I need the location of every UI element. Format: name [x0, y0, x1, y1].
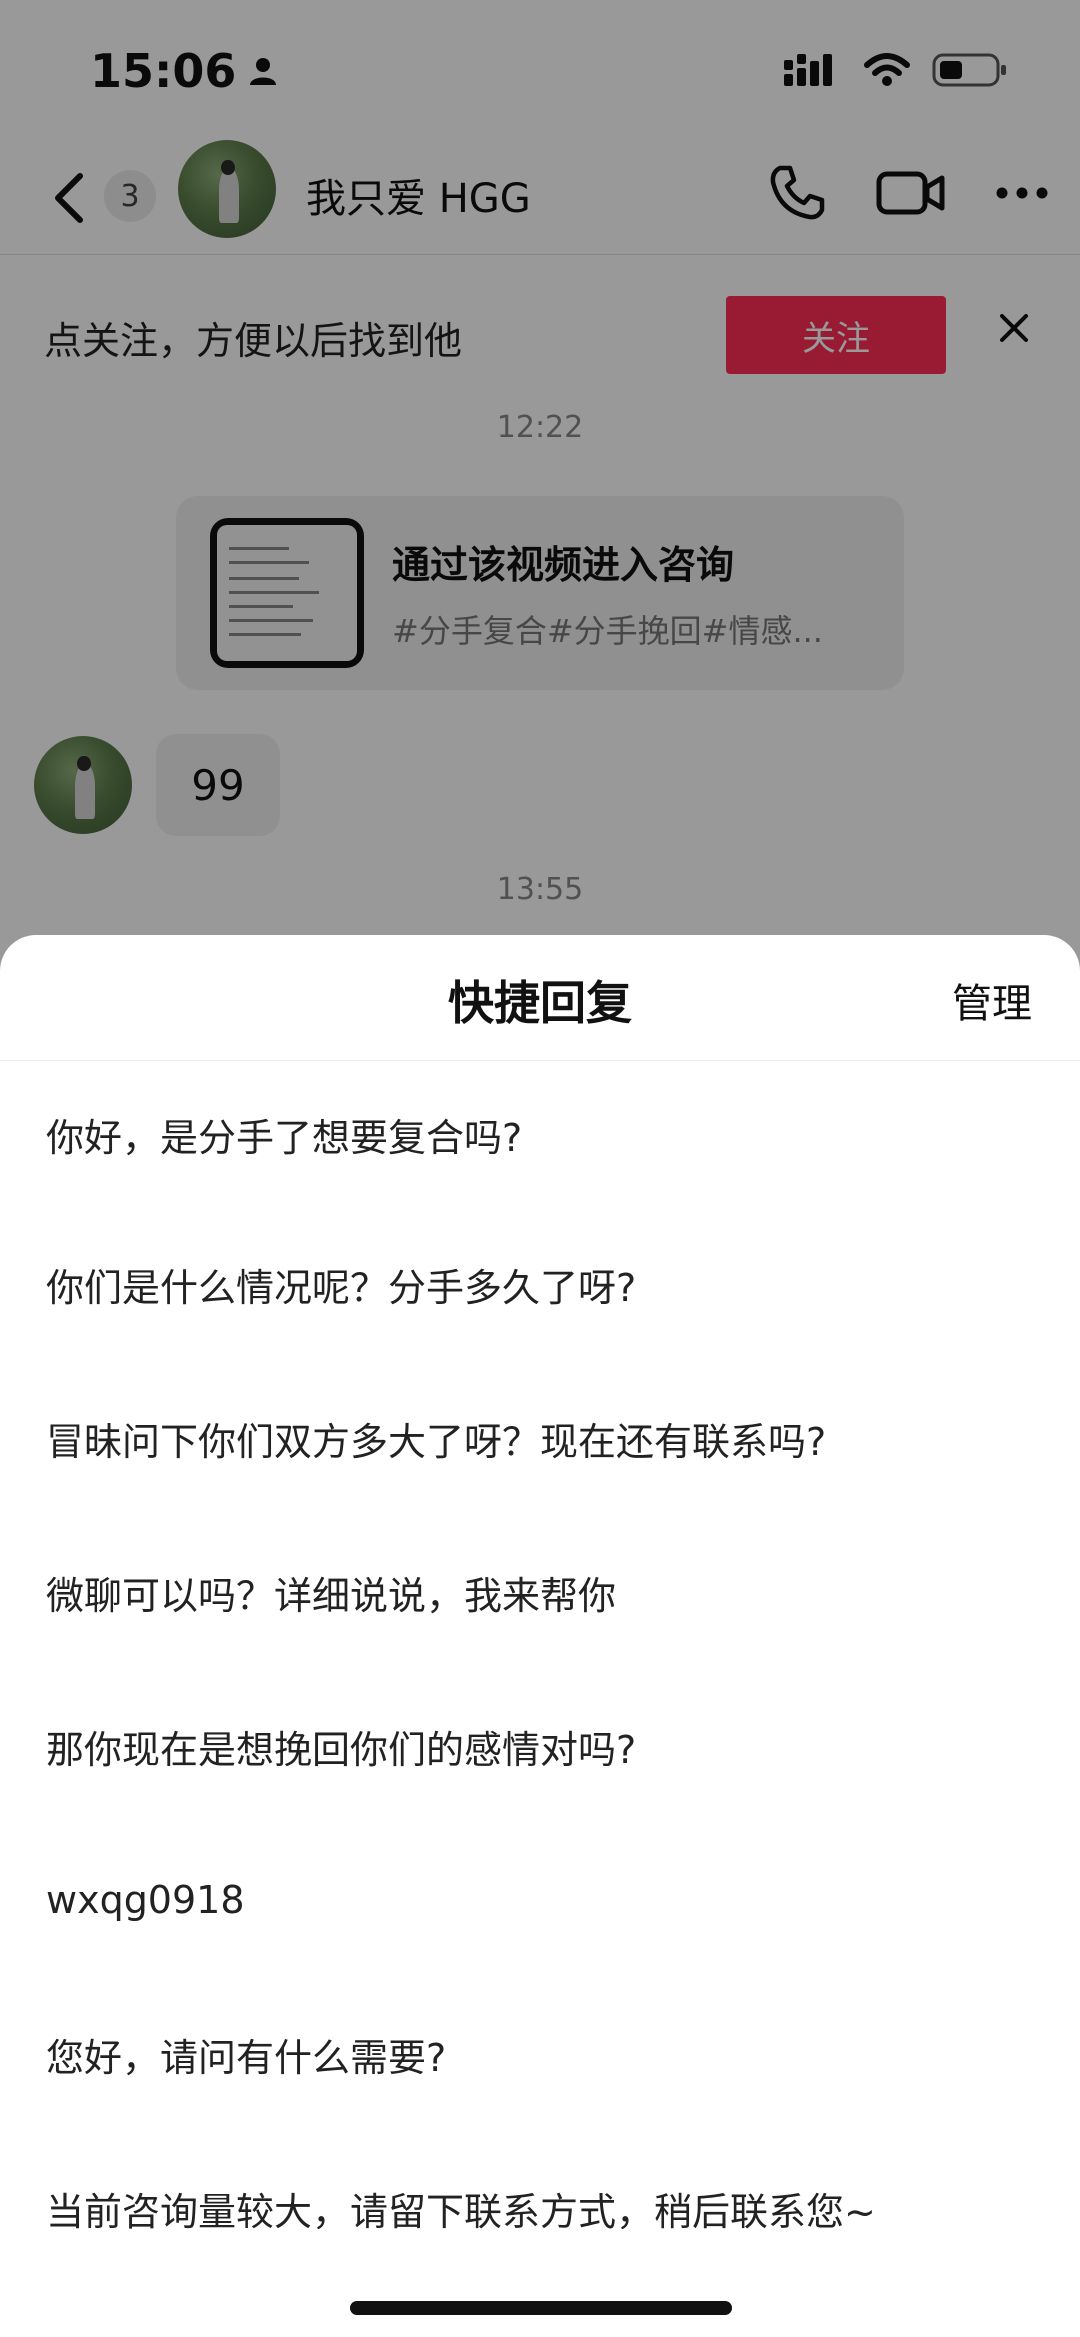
quick-reply-item[interactable]: 你们是什么情况呢？分手多久了呀? [0, 1207, 1080, 1361]
home-indicator[interactable] [350, 2301, 732, 2315]
quick-reply-item[interactable]: 当前咨询量较大，请留下联系方式，稍后联系您~ [0, 2131, 1080, 2285]
manage-button[interactable]: 管理 [952, 971, 1032, 1029]
quick-reply-item[interactable]: 您好，请问有什么需要? [0, 1977, 1080, 2131]
quick-reply-item[interactable]: 冒昧问下你们双方多大了呀？现在还有联系吗? [0, 1361, 1080, 1515]
quick-reply-list: 你好，是分手了想要复合吗? 你们是什么情况呢？分手多久了呀? 冒昧问下你们双方多… [0, 1061, 1080, 2285]
quick-reply-item[interactable]: 那你现在是想挽回你们的感情对吗? [0, 1669, 1080, 1823]
sheet-title: 快捷回复 [448, 976, 632, 1030]
quick-reply-sheet: 快捷回复 管理 你好，是分手了想要复合吗? 你们是什么情况呢？分手多久了呀? 冒… [0, 935, 1080, 2337]
quick-reply-item[interactable]: 微聊可以吗？详细说说，我来帮你 [0, 1515, 1080, 1669]
quick-reply-item[interactable]: 你好，是分手了想要复合吗? [0, 1061, 1080, 1207]
quick-reply-item[interactable]: wxqg0918 [0, 1823, 1080, 1977]
sheet-header: 快捷回复 管理 [0, 935, 1080, 1061]
